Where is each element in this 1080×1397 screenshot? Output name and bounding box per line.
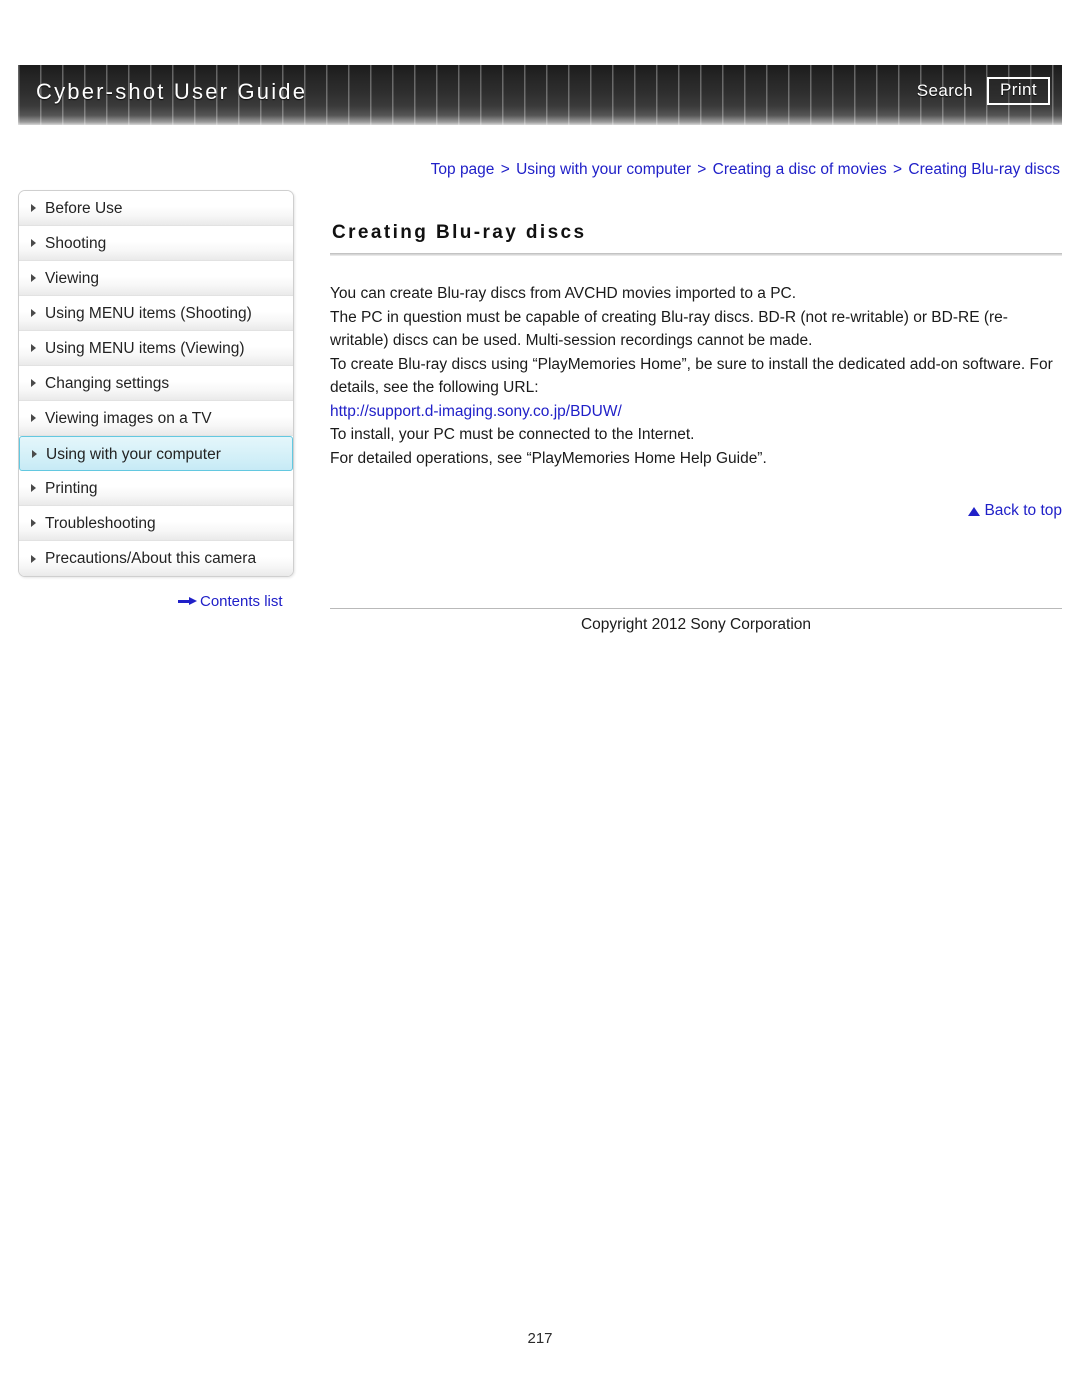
sidebar-nav: Before Use Shooting Viewing Using MENU i… (18, 190, 294, 577)
banner-actions: Search Print (917, 77, 1050, 105)
triangle-right-icon (31, 309, 36, 317)
sidebar-item-shooting[interactable]: Shooting (19, 226, 293, 261)
triangle-right-icon (31, 204, 36, 212)
sidebar-item-viewing-on-tv[interactable]: Viewing images on a TV (19, 401, 293, 436)
sidebar-item-label: Viewing (45, 270, 100, 287)
sidebar-item-label: Before Use (45, 200, 123, 217)
contents-list-link[interactable]: Contents list (178, 593, 283, 610)
sidebar-item-label: Using with your computer (46, 446, 221, 463)
sidebar-item-printing[interactable]: Printing (19, 471, 293, 506)
breadcrumb-item-current[interactable]: Creating Blu-ray discs (908, 161, 1060, 178)
triangle-right-icon (31, 484, 36, 492)
app-title: Cyber-shot User Guide (36, 79, 308, 104)
triangle-right-icon (31, 554, 36, 563)
arrow-right-icon (178, 596, 198, 606)
sidebar-item-label: Troubleshooting (45, 515, 156, 532)
footer-divider (330, 608, 1062, 609)
triangle-up-icon (968, 507, 981, 516)
sidebar-item-label: Changing settings (45, 375, 170, 392)
back-to-top-label: Back to top (984, 502, 1062, 519)
triangle-right-icon (31, 344, 36, 352)
sidebar-item-label: Using MENU items (Viewing) (45, 340, 245, 357)
breadcrumb-item-0[interactable]: Top page (431, 161, 495, 178)
page-title: Creating Blu-ray discs (332, 222, 587, 243)
paragraph-software: To create Blu-ray discs using “PlayMemor… (330, 355, 1053, 397)
sidebar-item-label: Printing (45, 480, 98, 497)
breadcrumb-separator: > (500, 161, 510, 178)
sidebar-item-label: Precautions/About this camera (45, 550, 257, 567)
sidebar-item-changing-settings[interactable]: Changing settings (19, 366, 293, 401)
paragraph-requirements: The PC in question must be capable of cr… (330, 308, 1008, 350)
sidebar-item-label: Viewing images on a TV (45, 410, 212, 427)
sidebar-item-label: Shooting (45, 235, 107, 252)
paragraph-intro: You can create Blu-ray discs from AVCHD … (330, 285, 797, 302)
main-content: Creating Blu-ray discs You can create Bl… (330, 222, 1062, 520)
triangle-right-icon (31, 519, 36, 527)
triangle-right-icon (31, 274, 36, 282)
sidebar-item-using-with-your-computer[interactable]: Using with your computer (19, 436, 293, 471)
contents-list-label: Contents list (200, 593, 283, 610)
paragraph-internet: To install, your PC must be connected to… (330, 426, 695, 443)
breadcrumb-item-2[interactable]: Creating a disc of movies (713, 161, 887, 178)
title-divider (330, 253, 1062, 256)
paragraph-help-guide: For detailed operations, see “PlayMemori… (330, 449, 767, 467)
search-link[interactable]: Search (917, 81, 973, 101)
sidebar-item-before-use[interactable]: Before Use (19, 191, 293, 226)
sidebar-item-troubleshooting[interactable]: Troubleshooting (19, 506, 293, 541)
sidebar-item-menu-shooting[interactable]: Using MENU items (Shooting) (19, 296, 293, 331)
breadcrumb-separator: > (893, 161, 903, 178)
breadcrumb: Top page > Using with your computer > Cr… (431, 161, 1060, 179)
sidebar-item-menu-viewing[interactable]: Using MENU items (Viewing) (19, 331, 293, 366)
triangle-right-icon (32, 449, 37, 458)
sidebar-item-precautions[interactable]: Precautions/About this camera (19, 541, 293, 576)
page-number: 217 (527, 1330, 553, 1347)
triangle-right-icon (31, 239, 36, 247)
sidebar-item-label: Using MENU items (Shooting) (45, 305, 252, 322)
breadcrumb-separator: > (697, 161, 707, 178)
breadcrumb-item-1[interactable]: Using with your computer (516, 161, 691, 178)
header-banner: Cyber-shot User Guide Search Print (18, 65, 1062, 125)
triangle-right-icon (31, 379, 36, 387)
support-url-link[interactable]: http://support.d-imaging.sony.co.jp/BDUW… (330, 400, 1062, 424)
triangle-right-icon (31, 414, 36, 422)
sidebar-item-viewing[interactable]: Viewing (19, 261, 293, 296)
copyright-text: Copyright 2012 Sony Corporation (580, 616, 812, 633)
print-button[interactable]: Print (987, 77, 1050, 105)
back-to-top-link[interactable]: Back to top (330, 502, 1062, 520)
